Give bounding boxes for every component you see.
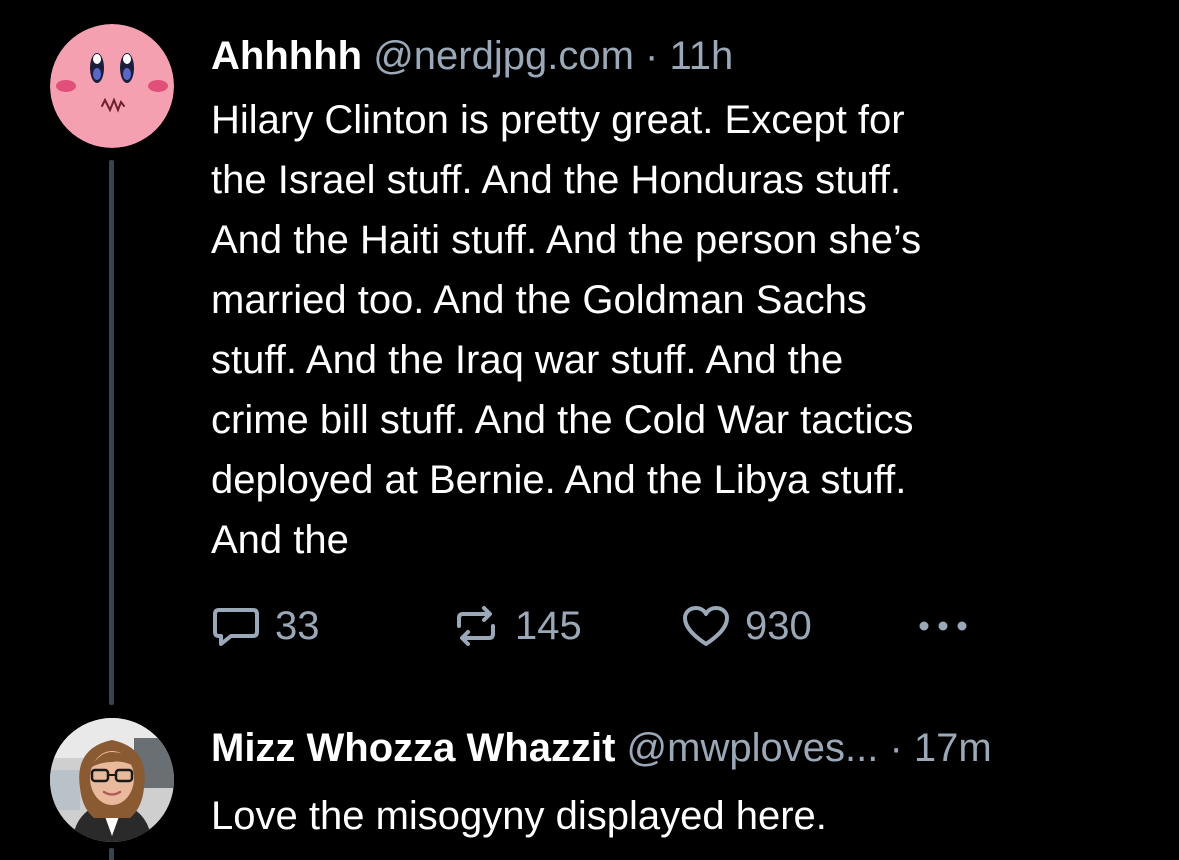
post-actions-bar: 33 145 930 [211,598,991,654]
profile-photo-avatar[interactable] [50,718,174,842]
heart-icon [683,606,729,646]
display-name[interactable]: Mizz Whozza Whazzit [211,726,615,770]
repost-count: 145 [515,603,582,648]
user-photo-icon [50,718,174,842]
post-header: Mizz Whozza Whazzit @mwploves... · 17m [211,722,1149,774]
reply-icon [213,608,259,646]
kirby-avatar-icon[interactable] [50,24,174,148]
post-header: Ahhhhh @nerdjpg.com · 11h [211,30,1149,82]
reply-button[interactable]: 33 [211,598,320,654]
user-handle[interactable]: @mwploves... [627,726,879,770]
thread-connector-line [109,160,114,705]
post-text: Love the misogyny displayed here. [211,794,827,838]
repost-button[interactable]: 145 [451,598,582,654]
reply-post[interactable]: Mizz Whozza Whazzit @mwploves... · 17m L… [211,722,1149,846]
repost-icon [457,606,495,646]
display-name[interactable]: Ahhhhh [211,34,362,78]
more-options-button[interactable] [916,598,970,654]
like-count: 930 [745,603,812,648]
post-timestamp[interactable]: 11h [670,34,734,78]
post-timestamp[interactable]: 17m [914,726,992,770]
separator-dot: · [889,726,903,770]
ellipsis-icon [919,621,967,631]
thread-connector-line-continued [109,848,114,860]
like-button[interactable]: 930 [681,598,812,654]
kirby-face-icon [50,24,174,148]
user-handle[interactable]: @nerdjpg.com [373,34,634,78]
post-text: Hilary Clinton is pretty great. Except f… [211,98,922,562]
reply-count: 33 [275,603,320,648]
post[interactable]: Ahhhhh @nerdjpg.com · 11h Hilary Clinton… [211,30,1149,570]
separator-dot: · [645,34,659,78]
